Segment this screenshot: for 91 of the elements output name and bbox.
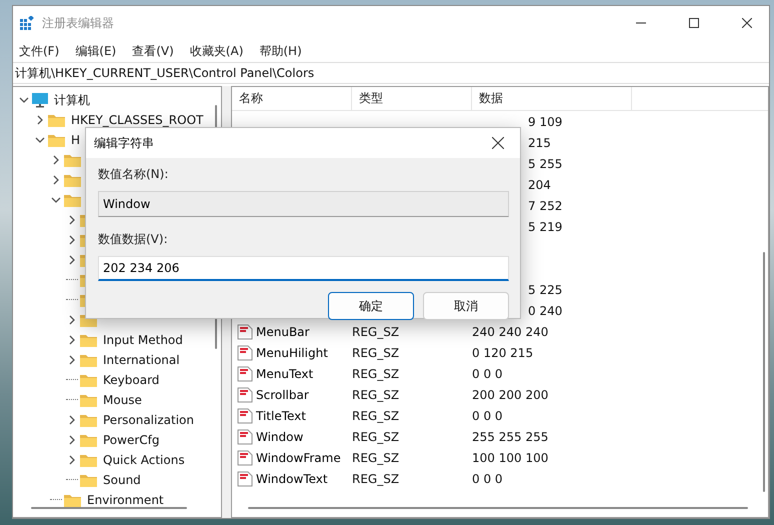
column-header[interactable]: 名称 — [232, 87, 352, 110]
table-cell: 9 109 — [528, 114, 562, 128]
tree-item[interactable]: Input Method — [103, 333, 183, 347]
folder-icon — [80, 413, 97, 427]
monitor-icon — [32, 92, 48, 108]
table-cell: 0 120 215 — [472, 346, 534, 360]
table-cell: 5 225 — [528, 282, 562, 296]
table-cell: REG_SZ — [352, 472, 400, 486]
folder-icon — [80, 453, 97, 467]
tree-item[interactable]: Environment — [87, 493, 164, 507]
dialog-title: 编辑字符串 — [94, 134, 155, 152]
table-cell: 0 240 — [528, 304, 562, 318]
value-name[interactable]: TitleText — [232, 408, 352, 424]
table-cell: REG_SZ — [352, 346, 400, 360]
value-name[interactable]: Scrollbar — [232, 386, 352, 402]
tree-item[interactable]: Quick Actions — [103, 453, 185, 467]
tree-item[interactable]: HKEY_CLASSES_ROOT — [71, 113, 204, 127]
string-value-icon — [237, 408, 253, 424]
menu-item[interactable]: 文件(F) — [17, 42, 62, 60]
folder-icon — [64, 493, 81, 507]
address-bar[interactable]: 计算机\HKEY_CURRENT_USER\Control Panel\Colors — [13, 62, 769, 84]
value-name[interactable]: MenuHilight — [232, 344, 352, 360]
tree-item[interactable]: PowerCfg — [103, 433, 160, 447]
scrollbar-thumb[interactable] — [248, 507, 748, 509]
value-name[interactable]: MenuBar — [232, 324, 352, 340]
tree-item[interactable]: Sound — [103, 473, 141, 487]
table-cell: 255 255 255 — [472, 430, 548, 444]
folder-icon — [80, 333, 97, 347]
tree-item[interactable]: H — [71, 133, 80, 147]
value-name[interactable]: MenuText — [232, 366, 352, 382]
table-cell: REG_SZ — [352, 388, 400, 402]
field-label: 数值名称(N): — [98, 166, 168, 183]
close-icon — [492, 137, 504, 149]
string-value-icon — [237, 450, 253, 466]
column-header[interactable]: 类型 — [352, 87, 472, 110]
value-name[interactable]: WindowText — [232, 470, 352, 486]
tree-item[interactable]: 计算机 — [54, 92, 90, 108]
value-name[interactable]: WindowFrame — [232, 450, 352, 466]
string-value-icon — [237, 344, 253, 360]
menu-item[interactable]: 收藏夹(A) — [188, 42, 246, 60]
table-cell: 5 219 — [528, 220, 562, 234]
table-cell: 200 200 200 — [472, 388, 548, 402]
scrollbar-thumb[interactable] — [31, 507, 187, 509]
table-cell: REG_SZ — [352, 430, 400, 444]
folder-icon — [80, 473, 97, 487]
folder-icon — [48, 113, 65, 127]
dialog-button[interactable]: 确定 — [328, 292, 414, 320]
table-cell: 100 100 100 — [472, 450, 548, 464]
string-value-icon — [237, 428, 253, 444]
scrollbar-thumb[interactable] — [763, 252, 765, 492]
string-value-icon — [237, 386, 253, 402]
tree-item[interactable]: International — [103, 353, 180, 367]
table-cell: REG_SZ — [352, 408, 400, 422]
folder-icon — [80, 393, 97, 407]
field-label: 数值数据(V): — [98, 231, 168, 248]
table-cell: 5 255 — [528, 156, 562, 170]
close-icon — [742, 18, 752, 28]
table-cell: 215 — [528, 136, 551, 150]
folder-icon — [48, 133, 65, 147]
menu-item[interactable]: 帮助(H) — [257, 42, 304, 60]
maximize-icon — [688, 18, 698, 28]
value-data-field[interactable]: 202 234 206 — [98, 256, 509, 281]
folder-icon — [80, 353, 97, 367]
value-name-field[interactable]: Window — [98, 191, 509, 217]
table-cell: REG_SZ — [352, 324, 400, 338]
folder-icon — [80, 373, 97, 387]
window-title: 注册表编辑器 — [42, 14, 115, 32]
folder-icon — [64, 153, 81, 167]
table-cell: REG_SZ — [352, 366, 400, 380]
menu-item[interactable]: 查看(V) — [130, 42, 176, 60]
dialog-button[interactable]: 取消 — [423, 292, 509, 320]
string-value-icon — [237, 470, 253, 486]
table-cell: 240 240 240 — [472, 324, 548, 338]
string-value-icon — [237, 324, 253, 340]
app-icon — [20, 16, 34, 30]
table-cell: 0 0 0 — [472, 366, 503, 380]
table-cell: 0 0 0 — [472, 408, 503, 422]
table-cell: REG_SZ — [352, 450, 400, 464]
folder-icon — [64, 173, 81, 187]
tree-item[interactable]: Mouse — [103, 393, 142, 407]
string-value-icon — [237, 366, 253, 382]
menu-item[interactable]: 编辑(E) — [73, 42, 118, 60]
tree-item[interactable]: Keyboard — [103, 373, 160, 387]
folder-icon — [64, 193, 81, 207]
column-header[interactable]: 数据 — [472, 87, 632, 110]
table-cell: 0 0 0 — [472, 472, 503, 486]
table-cell: 204 — [528, 178, 551, 192]
tree-item[interactable]: Personalization — [103, 413, 194, 427]
folder-icon — [80, 433, 97, 447]
table-cell: 7 252 — [528, 198, 562, 212]
value-name[interactable]: Window — [232, 428, 352, 444]
